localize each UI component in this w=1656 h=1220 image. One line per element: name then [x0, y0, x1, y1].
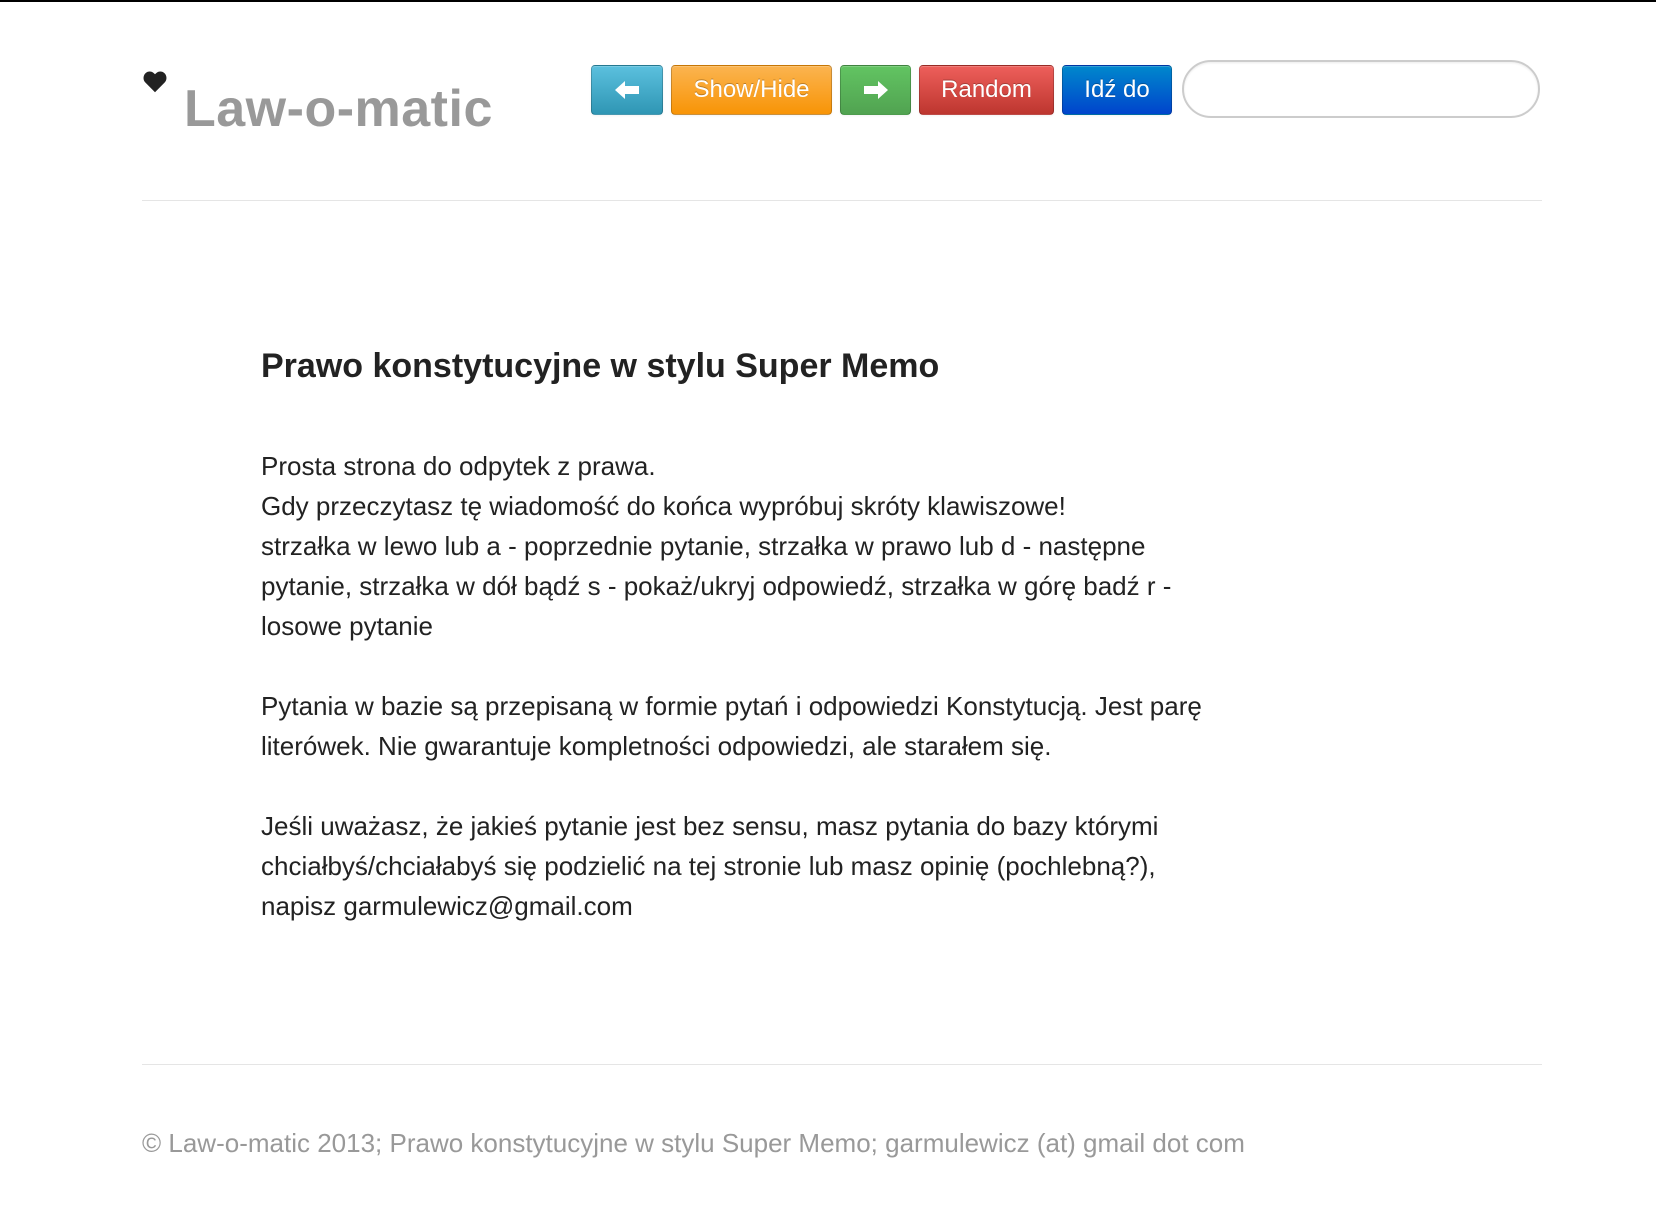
contact-paragraph: Jeśli uważasz, że jakieś pytanie jest be… [261, 806, 1301, 926]
footer-text: © Law-o-matic 2013; Prawo konstytucyjne … [142, 1128, 1245, 1158]
header: Law-o-matic Show/Hide Random Idź do [142, 55, 1542, 145]
text-line: literówek. Nie gwarantuje kompletności o… [261, 731, 1052, 761]
show-hide-button[interactable]: Show/Hide [671, 65, 832, 115]
goto-input[interactable] [1182, 60, 1540, 118]
arrow-right-icon [863, 80, 889, 100]
text-line: losowe pytanie [261, 611, 433, 641]
arrow-left-icon [614, 80, 640, 100]
header-divider [142, 200, 1542, 201]
text-line: napisz garmulewicz@gmail.com [261, 891, 633, 921]
intro-paragraph: Prosta strona do odpytek z prawa. Gdy pr… [261, 446, 1301, 646]
top-border [0, 0, 1656, 2]
previous-button[interactable] [591, 65, 663, 115]
text-line: Jeśli uważasz, że jakieś pytanie jest be… [261, 811, 1159, 841]
footer-divider [142, 1064, 1542, 1065]
text-line: Pytania w bazie są przepisaną w formie p… [261, 691, 1202, 721]
goto-button[interactable]: Idź do [1062, 65, 1172, 115]
text-line: Prosta strona do odpytek z prawa. [261, 451, 656, 481]
text-line: chciałbyś/chciałabyś się podzielić na te… [261, 851, 1156, 881]
main-content: Prawo konstytucyjne w stylu Super Memo P… [261, 340, 1301, 921]
next-button[interactable] [840, 65, 911, 115]
brand-title[interactable]: Law-o-matic [184, 79, 493, 139]
random-button[interactable]: Random [919, 65, 1054, 115]
text-line: Gdy przeczytasz tę wiadomość do końca wy… [261, 491, 1066, 521]
text-line: strzałka w lewo lub a - poprzednie pytan… [261, 531, 1146, 561]
heart-icon [142, 69, 168, 95]
page-heading: Prawo konstytucyjne w stylu Super Memo [261, 347, 940, 385]
text-line: pytanie, strzałka w dół bądź s - pokaż/u… [261, 571, 1172, 601]
database-paragraph: Pytania w bazie są przepisaną w formie p… [261, 686, 1301, 766]
